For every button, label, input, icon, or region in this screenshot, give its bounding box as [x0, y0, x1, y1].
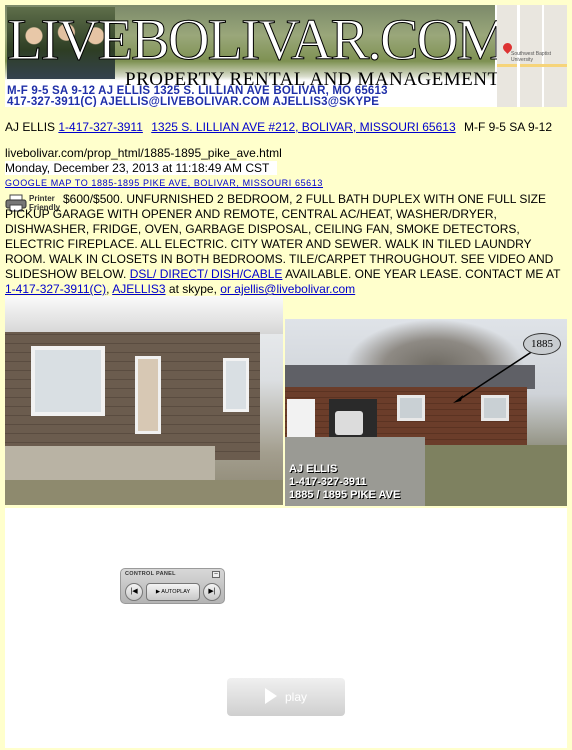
photo-caption: AJ ELLIS 1-417-327-3911 1885 / 1895 PIKE… [289, 463, 400, 502]
porch-step [5, 446, 215, 480]
porch-roof [5, 296, 283, 334]
skype-text: at skype, [165, 282, 221, 296]
truck [335, 411, 363, 435]
contact-row: AJ ELLIS 1-417-327-3911 1325 S. LILLIAN … [5, 120, 552, 134]
site-banner: LIVEBOLIVAR.COM PROPERTY RENTAL AND MANA… [5, 5, 567, 107]
contact-address-link[interactable]: 1325 S. LILLIAN AVE #212, BOLIVAR, MISSO… [151, 120, 455, 134]
description-phone-link[interactable]: 1-417-327-3911(C) [5, 282, 106, 296]
skype-link[interactable]: AJELLIS3 [112, 282, 165, 296]
minimize-icon[interactable]: – [212, 571, 220, 578]
front-window [31, 346, 105, 416]
banner-map-thumbnail[interactable]: Southwest Baptist University [497, 5, 567, 107]
autoplay-button[interactable]: ▶ AUTOPLAY [146, 583, 200, 601]
property-photo-porch [5, 296, 283, 505]
front-door [135, 356, 161, 434]
caption-line-2: 1-417-327-3911 [289, 476, 367, 488]
control-panel-title: CONTROL PANEL [125, 571, 176, 577]
contact-hours: M-F 9-5 SA 9-12 [463, 120, 552, 134]
caption-line-3: 1885 / 1895 PIKE AVE [289, 489, 401, 501]
play-icon [264, 688, 277, 705]
available-text: AVAILABLE. ONE YEAR LEASE. CONTACT ME AT [282, 267, 561, 281]
banner-title: LIVEBOLIVAR.COM [7, 7, 509, 73]
contact-name: AJ ELLIS [5, 120, 56, 134]
video-play-button[interactable]: play [227, 678, 345, 716]
dsl-link[interactable]: DSL/ DIRECT/ DISH/CABLE [130, 267, 283, 281]
side-window [223, 358, 249, 412]
previous-slide-button[interactable]: |◀ [125, 583, 143, 601]
next-slide-button[interactable]: ▶| [203, 583, 221, 601]
property-description: $600/$500. UNFURNISHED 2 BEDROOM, 2 FULL… [5, 192, 563, 297]
slideshow-control-panel: CONTROL PANEL – |◀ ▶ AUTOPLAY ▶| [120, 568, 225, 604]
lawn [5, 480, 283, 505]
google-map-link[interactable]: GOOGLE MAP TO 1885-1895 PIKE AVE, BOLIVA… [5, 178, 323, 188]
play-label: play [284, 690, 307, 704]
slideshow-area: CONTROL PANEL – |◀ ▶ AUTOPLAY ▶| play [5, 508, 567, 748]
property-photo-exterior: 1885 AJ ELLIS 1-417-327-3911 1885 / 1895… [285, 319, 567, 506]
front-lawn [425, 445, 567, 506]
house-window-1 [397, 395, 425, 421]
banner-contact-line-2: 417-327-3911(C) AJELLIS@LIVEBOLIVAR.COM … [7, 96, 380, 107]
house-number-sign: 1885 [523, 333, 561, 355]
contact-phone-link[interactable]: 1-417-327-3911 [58, 120, 143, 134]
page-url: livebolivar.com/prop_html/1885-1895_pike… [5, 146, 282, 160]
map-thumb-label: Southwest Baptist University [511, 51, 552, 63]
garage-door [287, 399, 315, 437]
page-timestamp: Monday, December 23, 2013 at 11:18:49 AM… [5, 161, 278, 175]
caption-line-1: AJ ELLIS [289, 463, 338, 475]
email-link[interactable]: or ajellis@livebolivar.com [220, 282, 355, 296]
pointer-arrow-icon [453, 346, 540, 403]
